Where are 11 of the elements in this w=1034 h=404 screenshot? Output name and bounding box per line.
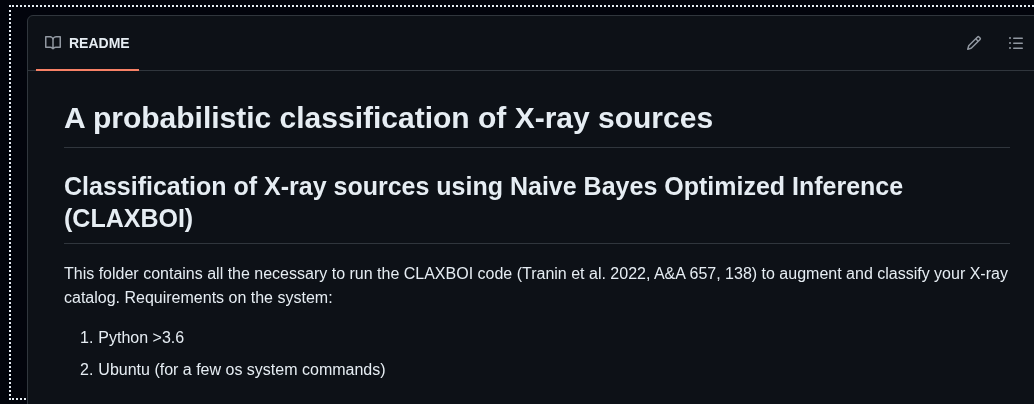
intro-paragraph: This folder contains all the necessary to run the CLAXBOI code (Tranin et al. 2022, A&A 657, 138) to augment and classify your X-ray catalog. Requirements on the system:: [64, 263, 1009, 308]
list-icon: [1008, 35, 1024, 51]
requirement-text: Python >3.6: [98, 327, 185, 348]
requirement-text: Ubuntu (for a few os system commands): [98, 359, 386, 380]
list-number: 1.: [80, 327, 94, 348]
readme-tab[interactable]: README: [36, 16, 139, 71]
book-icon: [45, 34, 61, 51]
list-number: 2.: [80, 359, 94, 380]
readme-title: A probabilistic classification of X-ray sources: [64, 99, 1010, 148]
pencil-icon: [966, 35, 982, 51]
section-heading: Classification of X-ray sources using Naive Bayes Optimized Inference (CLAXBOI): [64, 169, 1010, 244]
